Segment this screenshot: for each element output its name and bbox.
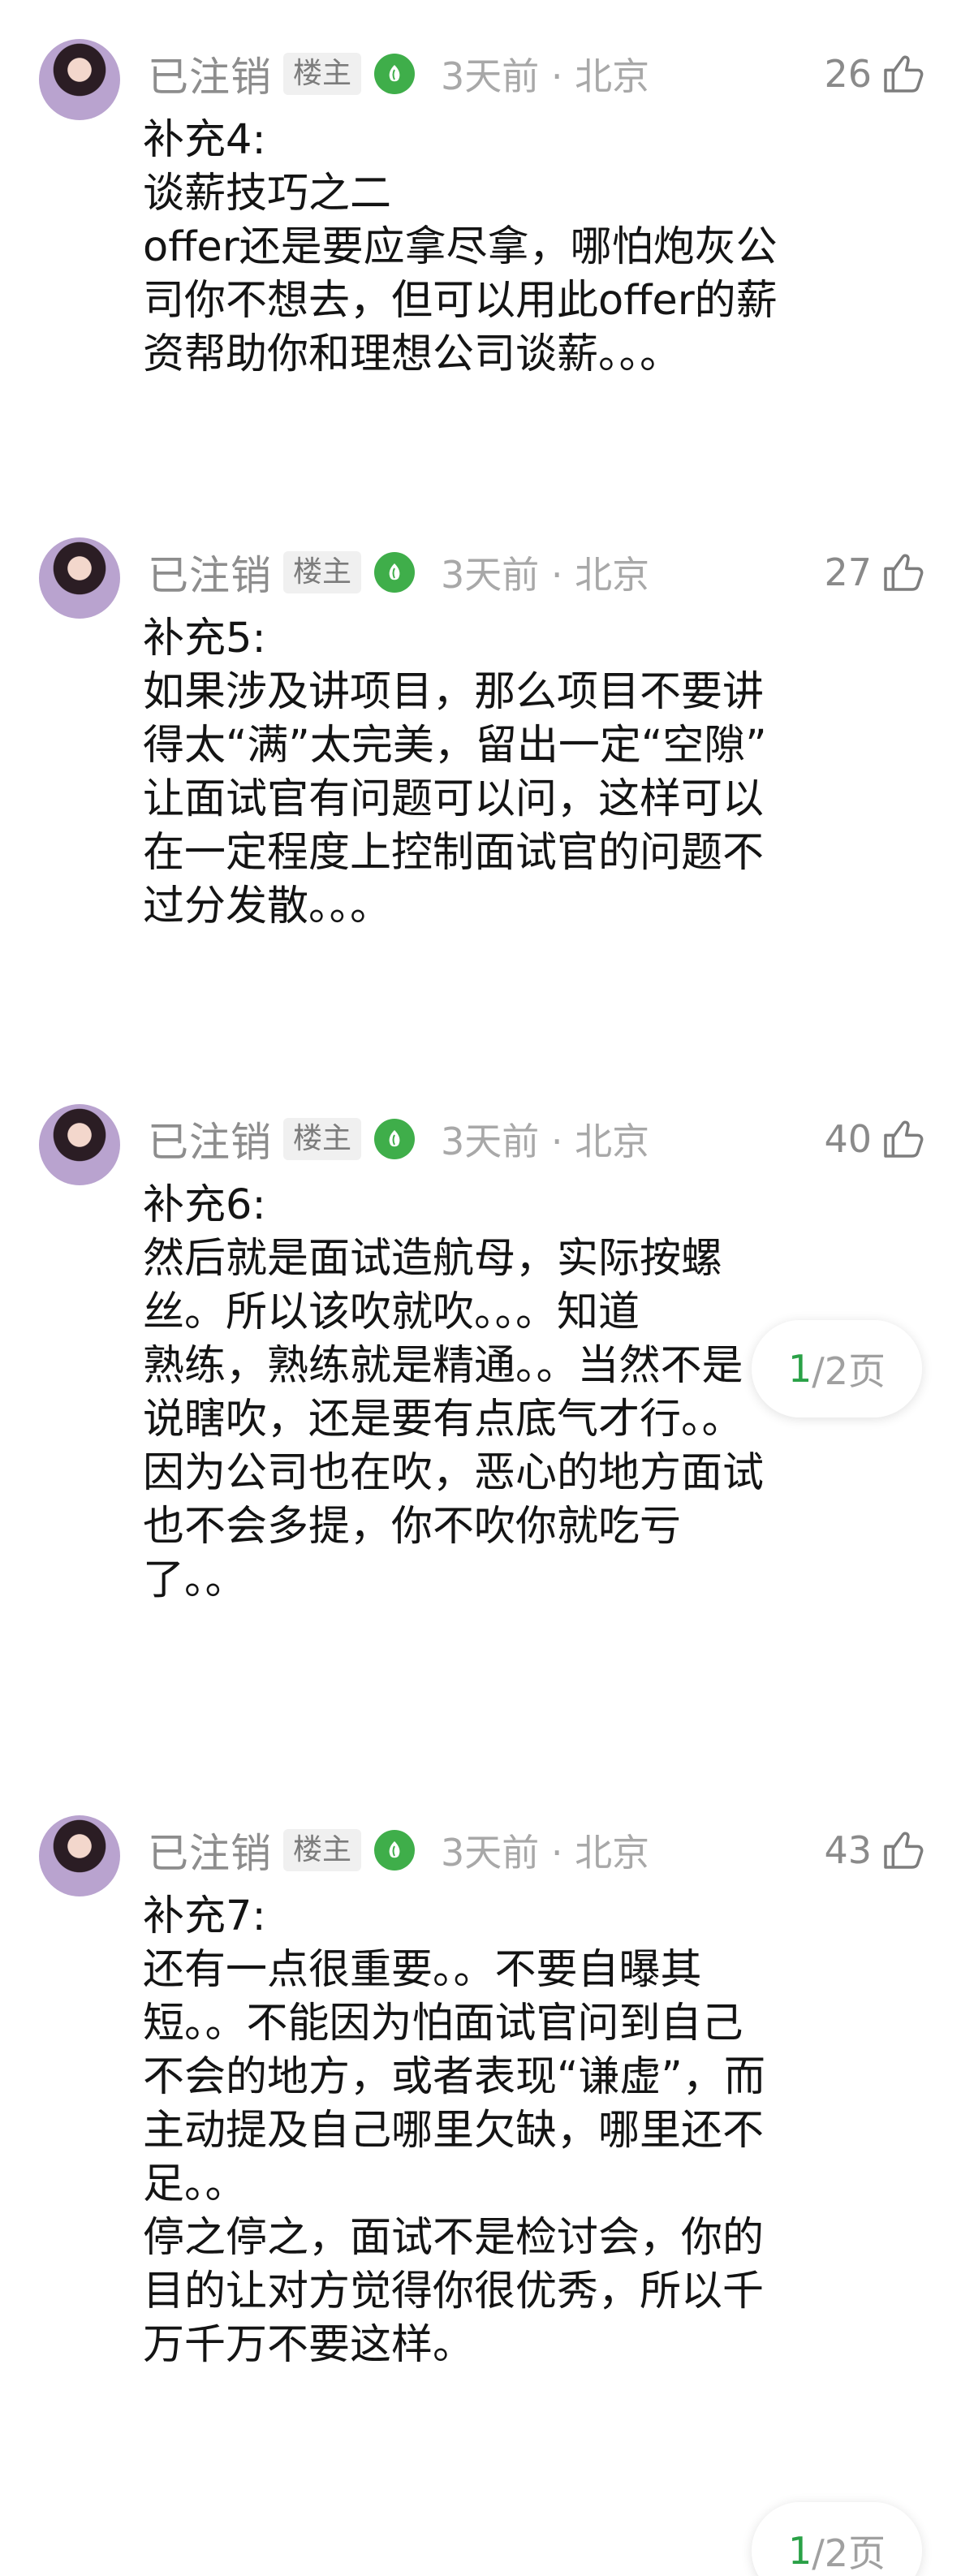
text-line: 让面试官有问题可以问，这样可以: [143, 775, 765, 823]
thumbs-up-icon[interactable]: [880, 51, 925, 97]
text-line: 谈薪技巧之二: [143, 170, 392, 218]
total-pages: /2页: [812, 2531, 886, 2575]
comment-text: 补充4: 谈薪技巧之二 offer还是要应拿尽拿，哪怕炮灰公 司你不想去，但可以…: [143, 114, 890, 382]
avatar[interactable]: [39, 1104, 120, 1185]
text-line: 补充5:: [143, 615, 266, 662]
timestamp-location: 3天前 · 北京: [441, 1831, 650, 1875]
op-badge: 楼主: [283, 1829, 362, 1871]
current-page: 1: [787, 2529, 812, 2573]
comment-header: 已注销 楼主 3天前 · 北京: [148, 45, 649, 102]
text-line: offer还是要应拿尽拿，哪怕炮灰公: [143, 223, 778, 271]
comment-header: 已注销 楼主 3天前 · 北京: [148, 1111, 649, 1167]
op-badge: 楼主: [283, 1118, 362, 1160]
op-badge: 楼主: [283, 53, 362, 95]
like-button[interactable]: 43: [824, 1823, 925, 1877]
text-line: 资帮助你和理想公司谈薪。。。: [143, 330, 682, 378]
text-line: 补充7:: [143, 1892, 266, 1940]
op-badge: 楼主: [283, 551, 362, 593]
page-indicator[interactable]: 1/2页: [752, 1320, 922, 1417]
text-line: 还有一点很重要。。不要自曝其: [143, 1946, 702, 1994]
text-line: 补充6:: [143, 1181, 266, 1229]
level-icon: [374, 54, 416, 94]
like-count: 40: [824, 1117, 872, 1161]
text-line: 停之停之，面试不是检讨会，你的: [143, 2214, 765, 2262]
like-button[interactable]: 40: [824, 1112, 925, 1166]
like-button[interactable]: 26: [824, 47, 925, 101]
current-page: 1: [787, 1347, 812, 1391]
avatar[interactable]: [39, 39, 120, 120]
page-indicator[interactable]: 1/2页: [752, 2502, 922, 2576]
text-line: 主动提及自己哪里欠缺，哪里还不: [143, 2107, 765, 2155]
timestamp-location: 3天前 · 北京: [441, 54, 650, 98]
timestamp-location: 3天前 · 北京: [441, 1120, 650, 1163]
timestamp-location: 3天前 · 北京: [441, 553, 650, 597]
username[interactable]: 已注销: [148, 45, 272, 103]
comment-header: 已注销 楼主 3天前 · 北京: [148, 1822, 649, 1879]
level-icon: [374, 1830, 416, 1871]
text-line: 了。。: [143, 1556, 247, 1604]
text-line: 目的让对方觉得你很优秀，所以千: [143, 2267, 765, 2315]
avatar[interactable]: [39, 1815, 120, 1896]
avatar[interactable]: [39, 537, 120, 619]
level-icon: [374, 552, 416, 593]
username[interactable]: 已注销: [148, 1110, 272, 1168]
text-line: 过分发散。。。: [143, 882, 392, 930]
text-line: 在一定程度上控制面试官的问题不: [143, 829, 765, 877]
username[interactable]: 已注销: [148, 1821, 272, 1879]
like-button[interactable]: 27: [824, 546, 925, 599]
text-line: 足。。: [143, 2160, 247, 2208]
thumbs-up-icon[interactable]: [880, 550, 925, 595]
username[interactable]: 已注销: [148, 543, 272, 602]
like-count: 43: [824, 1828, 872, 1872]
comment-text: 补充5: 如果涉及讲项目，那么项目不要讲 得太“满”太完美，留出一定“空隙” 让…: [143, 612, 890, 934]
text-line: 得太“满”太完美，留出一定“空隙”: [143, 722, 767, 770]
text-line: 万千万不要这样。: [143, 2321, 475, 2369]
comment-header: 已注销 楼主 3天前 · 北京: [148, 544, 649, 601]
text-line: 补充4:: [143, 116, 266, 164]
like-count: 26: [824, 52, 872, 96]
comment-feed: 已注销 楼主 3天前 · 北京 26 补充4: 谈薪技巧之二 offer还是要应…: [0, 0, 974, 2576]
text-line: 然后就是面试造航母，实际按螺: [143, 1235, 723, 1283]
like-count: 27: [824, 550, 872, 594]
text-line: 如果涉及讲项目，那么项目不要讲: [143, 668, 765, 716]
text-line: 不会的地方，或者表现“谦虚”，而: [143, 2053, 765, 2101]
thumbs-up-icon[interactable]: [880, 1827, 925, 1873]
text-line: 因为公司也在吹，恶心的地方面试: [143, 1449, 765, 1497]
thumbs-up-icon[interactable]: [880, 1116, 925, 1162]
total-pages: /2页: [812, 1349, 886, 1393]
text-line: 短。。不能因为怕面试官问到自己: [143, 2000, 743, 2047]
level-icon: [374, 1119, 416, 1159]
comment-text: 补充7: 还有一点很重要。。不要自曝其 短。。不能因为怕面试官问到自己 不会的地…: [143, 1890, 890, 2372]
text-line: 司你不想去，但可以用此offer的薪: [143, 277, 778, 325]
text-line: 也不会多提，你不吹你就吃亏: [143, 1503, 682, 1551]
